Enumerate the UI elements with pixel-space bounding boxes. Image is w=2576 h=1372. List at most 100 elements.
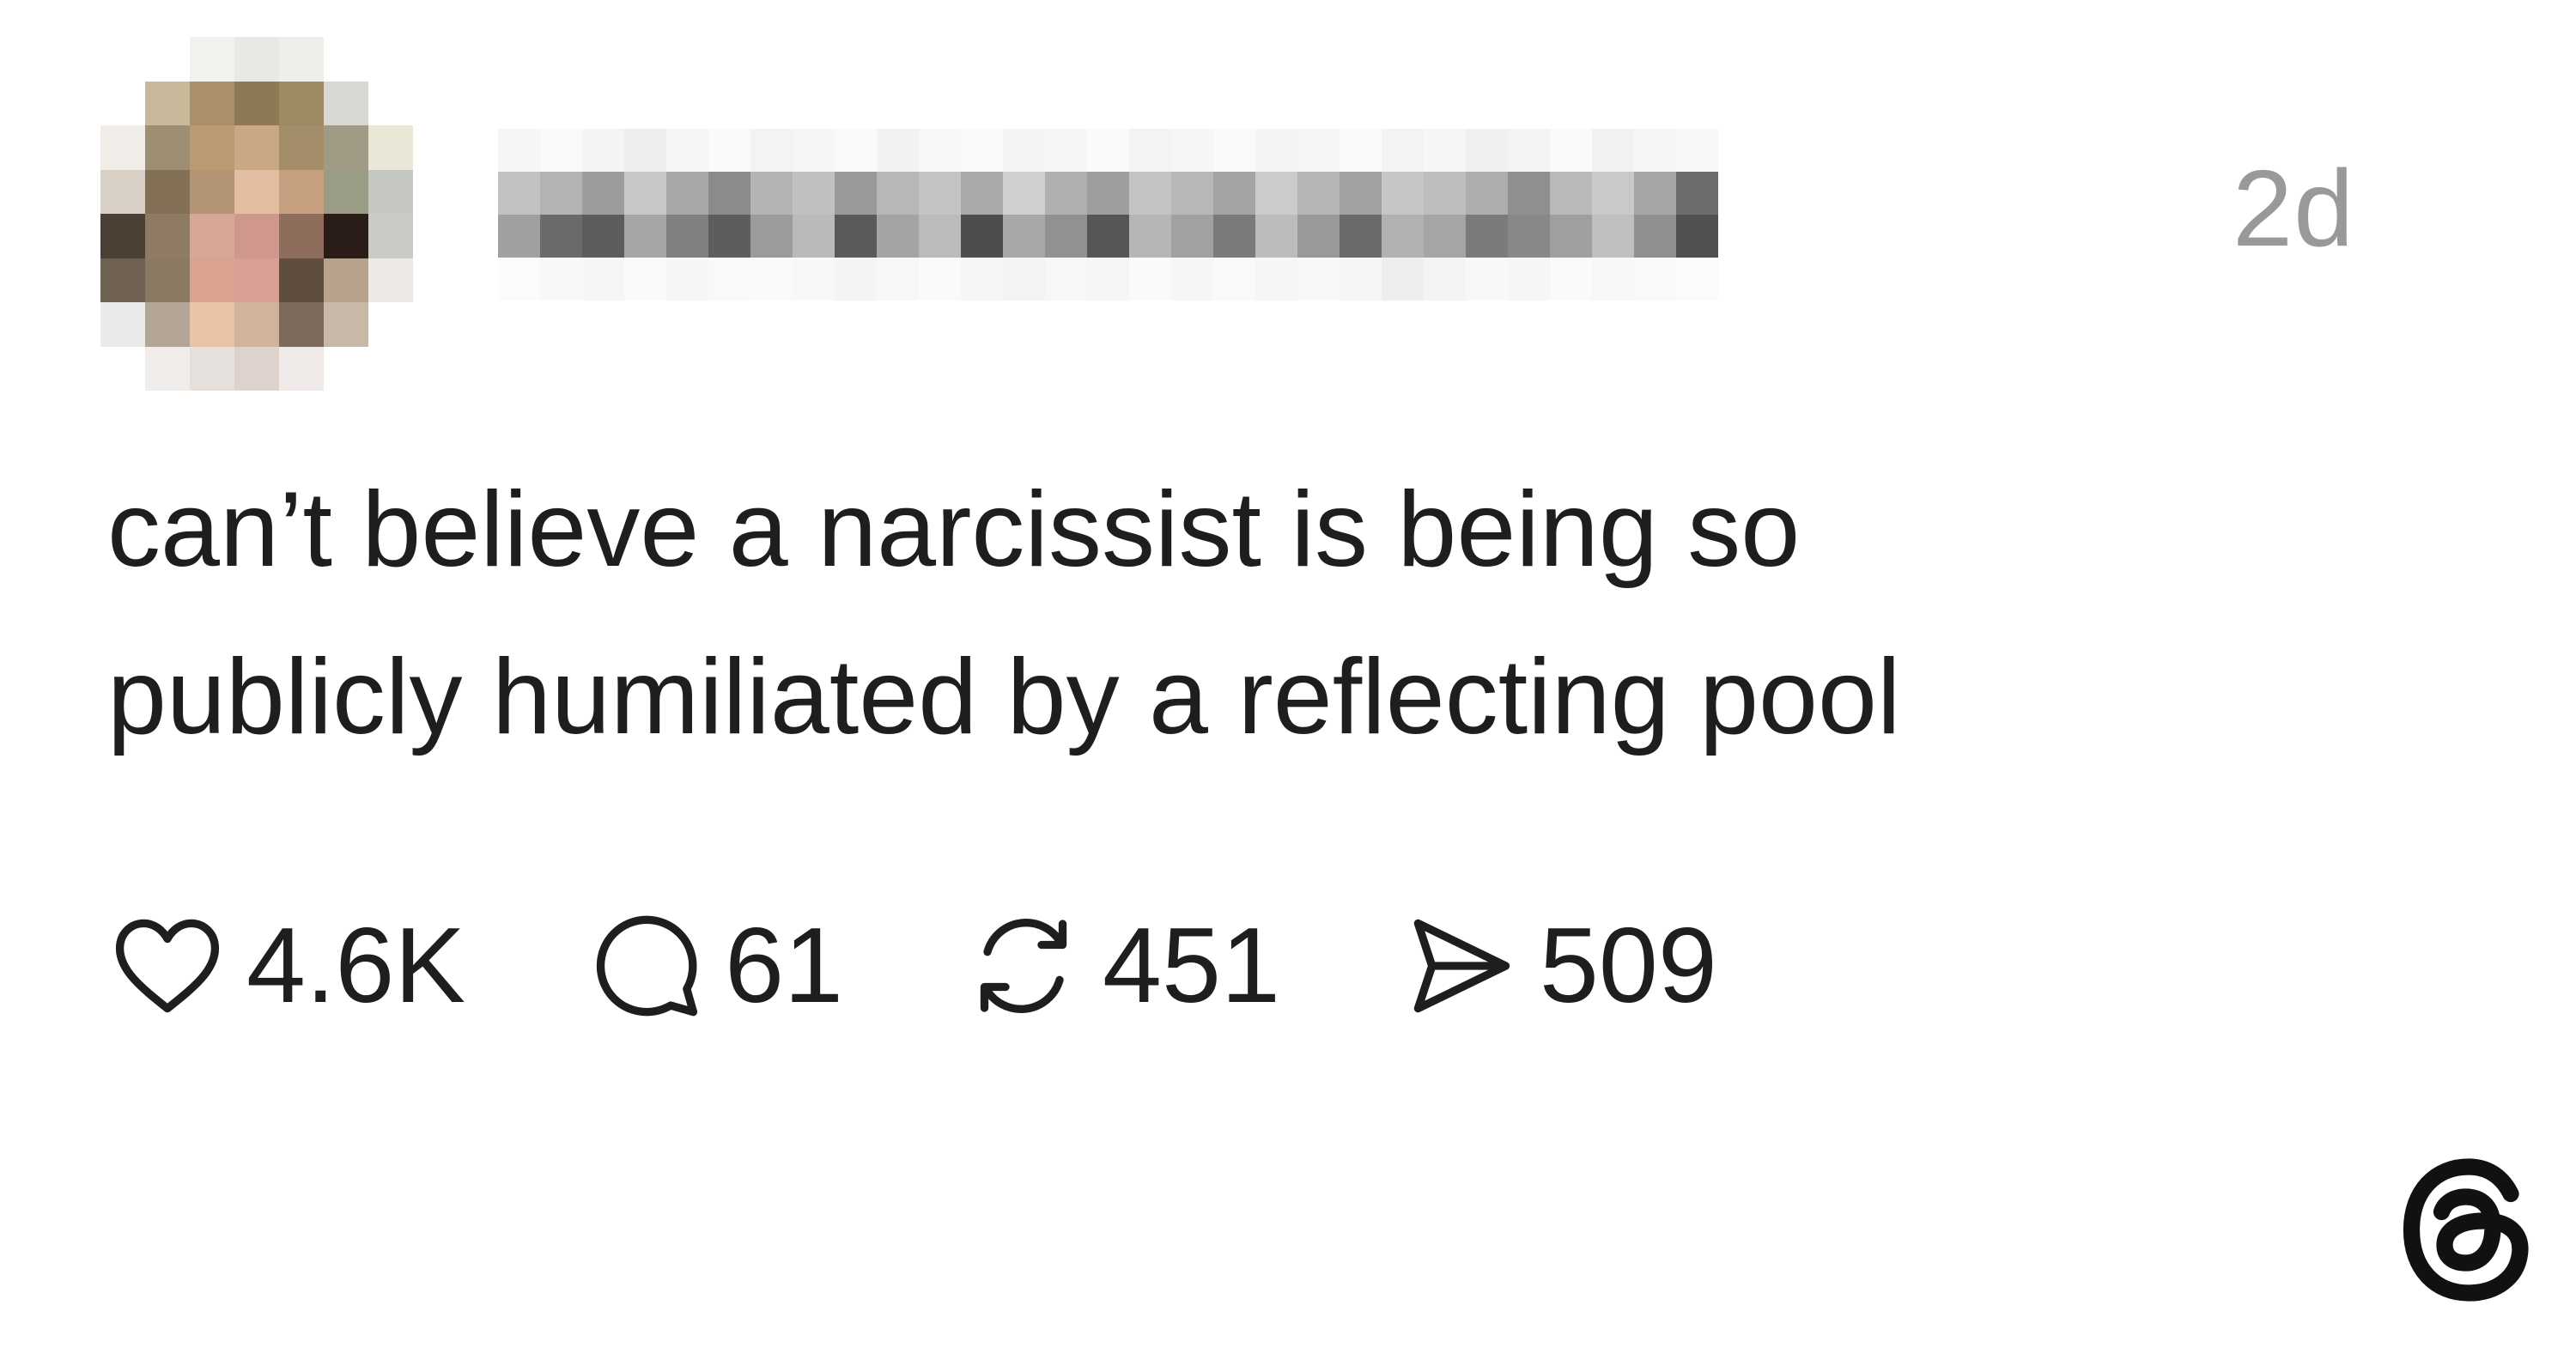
post-text-line-2: publicly humiliated by a reflecting pool	[107, 638, 1901, 756]
username-pixel	[1003, 215, 1045, 258]
avatar-pixel	[279, 302, 324, 347]
avatar-pixel	[100, 37, 145, 82]
username-pixel	[624, 215, 666, 258]
username-pixel	[1297, 258, 1340, 301]
avatar-pixel	[279, 37, 324, 82]
username-pixel	[1297, 129, 1340, 172]
username-pixel	[1718, 172, 1760, 215]
username-pixel	[1508, 172, 1550, 215]
username-pixel	[1045, 258, 1087, 301]
avatar-pixel	[279, 81, 324, 125]
reply-button[interactable]: 61	[586, 906, 843, 1026]
username-pixel	[1213, 258, 1255, 301]
avatar-pixel	[145, 81, 190, 125]
username-pixel	[708, 258, 750, 301]
username-pixel	[1466, 172, 1508, 215]
share-button[interactable]: 509	[1400, 906, 1717, 1026]
username-pixel	[708, 172, 750, 215]
threads-logo-icon	[2403, 1158, 2529, 1302]
username-pixel	[1213, 215, 1255, 258]
username-pixel	[540, 258, 582, 301]
avatar-pixel	[145, 258, 190, 302]
username-pixel	[498, 129, 540, 172]
avatar[interactable]	[100, 37, 413, 391]
username-pixel	[1424, 215, 1466, 258]
username-pixel	[1255, 258, 1297, 301]
username-pixel	[1592, 258, 1634, 301]
username-pixel	[835, 172, 877, 215]
username-pixel	[624, 172, 666, 215]
avatar-pixel	[324, 81, 368, 125]
username-pixel	[919, 258, 961, 301]
username-pixel	[498, 258, 540, 301]
username-pixel	[666, 129, 708, 172]
like-button[interactable]: 4.6K	[107, 906, 465, 1026]
username-pixel	[1340, 129, 1382, 172]
username-pixel	[1634, 258, 1676, 301]
username-pixel	[666, 258, 708, 301]
username-pixel	[582, 129, 624, 172]
username-pixel	[793, 172, 835, 215]
avatar-pixel	[368, 37, 413, 82]
avatar-pixel	[145, 169, 190, 214]
avatar-pixel	[100, 125, 145, 170]
post-text: can’t believe a narcissist is being so p…	[107, 446, 2426, 781]
username-pixel	[666, 172, 708, 215]
avatar-pixel	[368, 81, 413, 125]
username-pixel	[1466, 215, 1508, 258]
avatar-pixel	[100, 302, 145, 347]
username-pixel	[1550, 172, 1592, 215]
post-actions: 4.6K 61 451 509	[107, 897, 1838, 1035]
avatar-pixel	[100, 214, 145, 258]
avatar-pixel	[324, 169, 368, 214]
username-pixel	[1087, 172, 1129, 215]
avatar-pixel	[234, 302, 279, 347]
username-pixel	[877, 129, 919, 172]
username-pixel	[835, 215, 877, 258]
username-pixel	[919, 129, 961, 172]
username-pixel	[1382, 129, 1424, 172]
username-blurred[interactable]	[498, 129, 1760, 301]
username-pixel	[1171, 129, 1213, 172]
username-pixel	[1592, 172, 1634, 215]
username-pixel	[540, 129, 582, 172]
username-pixel	[1592, 129, 1634, 172]
like-count: 4.6K	[246, 907, 466, 1025]
username-pixel	[1550, 258, 1592, 301]
username-pixel	[1213, 172, 1255, 215]
username-pixel	[1508, 258, 1550, 301]
post-timestamp[interactable]: 2d	[2233, 155, 2354, 263]
username-pixel	[1255, 215, 1297, 258]
avatar-pixel	[190, 302, 234, 347]
post-text-line-1: can’t believe a narcissist is being so	[107, 470, 1801, 589]
avatar-pixel	[324, 37, 368, 82]
username-pixel	[1676, 258, 1718, 301]
repost-arrows-icon	[980, 919, 1067, 1013]
username-pixel	[1087, 129, 1129, 172]
username-pixel	[1129, 215, 1171, 258]
repost-count: 451	[1103, 907, 1280, 1025]
avatar-pixel	[234, 81, 279, 125]
avatar-pixel	[234, 346, 279, 391]
reply-count: 61	[725, 907, 844, 1025]
speech-bubble-icon	[596, 915, 698, 1017]
username-pixel	[708, 129, 750, 172]
username-pixel	[1129, 258, 1171, 301]
username-pixel	[1255, 172, 1297, 215]
username-pixel	[1676, 172, 1718, 215]
username-pixel	[793, 215, 835, 258]
username-pixel	[540, 215, 582, 258]
username-pixel	[1045, 129, 1087, 172]
repost-button[interactable]: 451	[963, 906, 1280, 1026]
username-pixel	[1550, 129, 1592, 172]
username-pixel	[708, 215, 750, 258]
avatar-pixel	[190, 214, 234, 258]
avatar-pixel	[190, 258, 234, 302]
avatar-pixel	[368, 302, 413, 347]
avatar-pixel	[145, 125, 190, 170]
username-pixel	[1003, 258, 1045, 301]
avatar-pixel	[368, 258, 413, 302]
avatar-pixel	[234, 125, 279, 170]
avatar-pixel	[279, 125, 324, 170]
avatar-pixel	[190, 81, 234, 125]
